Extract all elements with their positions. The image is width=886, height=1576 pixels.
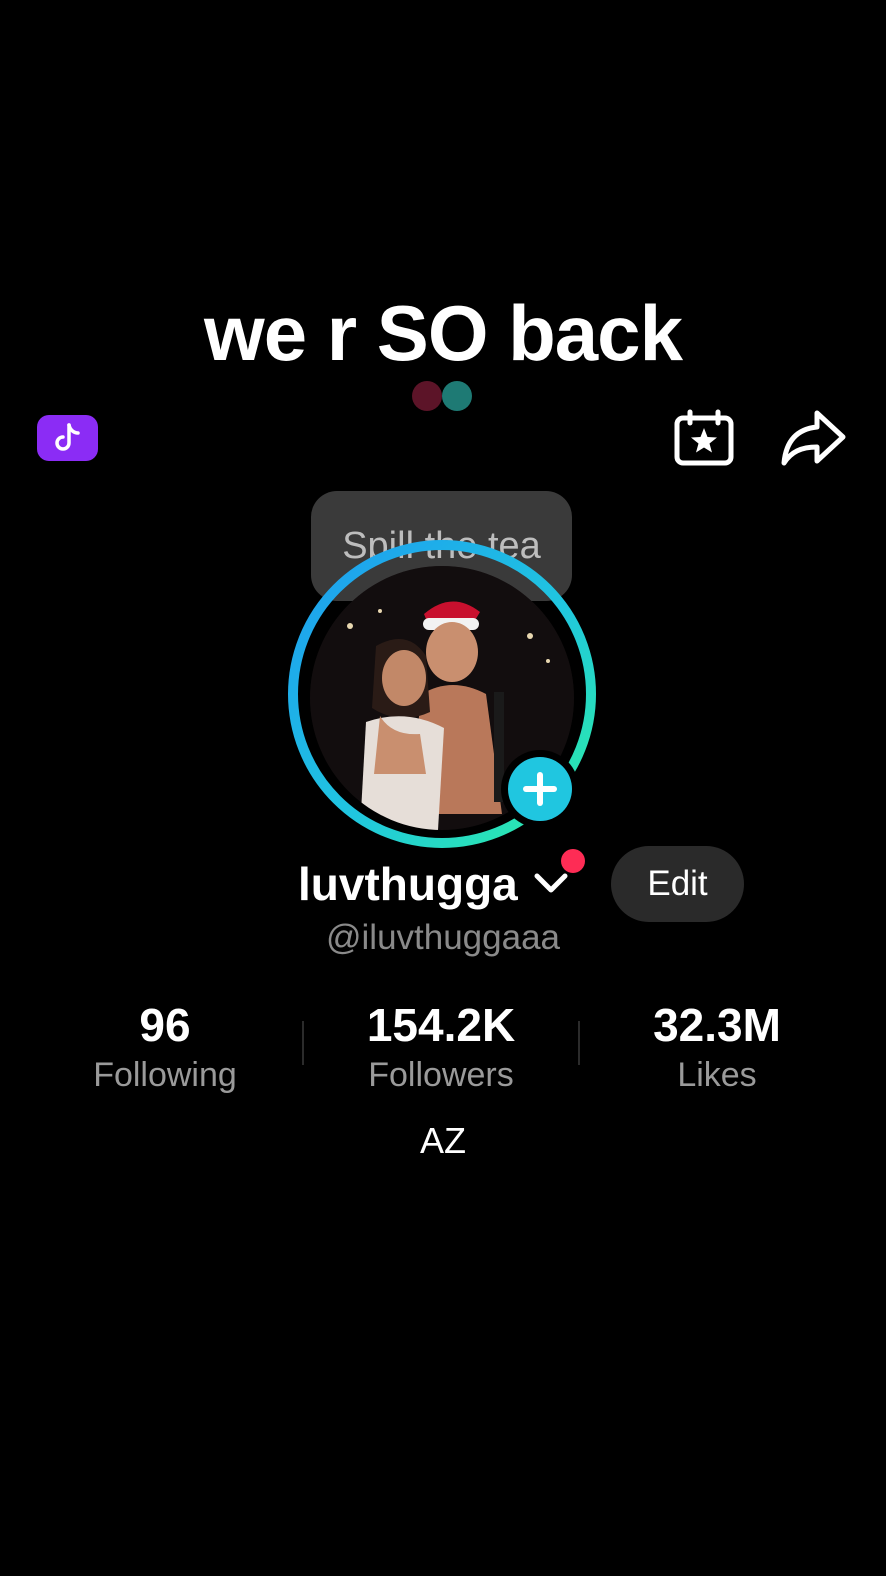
stat-followers-value: 154.2K <box>366 999 516 1051</box>
calendar-button[interactable] <box>673 409 735 467</box>
profile-handle: @iluvthuggaaa <box>325 918 561 957</box>
notification-dot <box>561 849 585 873</box>
loading-dot-teal <box>442 381 472 411</box>
loading-indicator <box>412 381 474 411</box>
stat-likes-label: Likes <box>677 1056 757 1094</box>
tiktok-note-icon <box>54 423 80 451</box>
add-story-circle <box>508 757 572 821</box>
calendar-star-icon <box>674 409 734 466</box>
stat-likes[interactable]: 32.3M Likes <box>577 995 857 1095</box>
stat-likes-value: 32.3M <box>653 999 781 1051</box>
profile-stats: 96 Following 154.2K Followers 32.3M Like… <box>0 995 886 1105</box>
loading-dot-red <box>412 381 442 411</box>
stat-following-value: 96 <box>139 999 191 1051</box>
plus-icon <box>523 772 557 806</box>
stat-following-label: Following <box>93 1056 237 1094</box>
tiktok-note-badge[interactable] <box>37 415 98 461</box>
profile-bio: AZ <box>419 1120 466 1161</box>
share-button[interactable] <box>779 407 849 469</box>
profile-display-name[interactable]: luvthugga <box>298 856 518 912</box>
stat-followers[interactable]: 154.2K Followers <box>301 995 581 1095</box>
chevron-down-icon[interactable] <box>533 868 569 898</box>
stat-followers-label: Followers <box>368 1056 514 1094</box>
add-story-button[interactable] <box>501 750 579 828</box>
share-arrow-icon <box>781 410 846 466</box>
video-caption-overlay: we r SO back <box>204 289 683 377</box>
stat-following[interactable]: 96 Following <box>25 995 305 1095</box>
edit-profile-button[interactable]: Edit <box>611 846 744 922</box>
